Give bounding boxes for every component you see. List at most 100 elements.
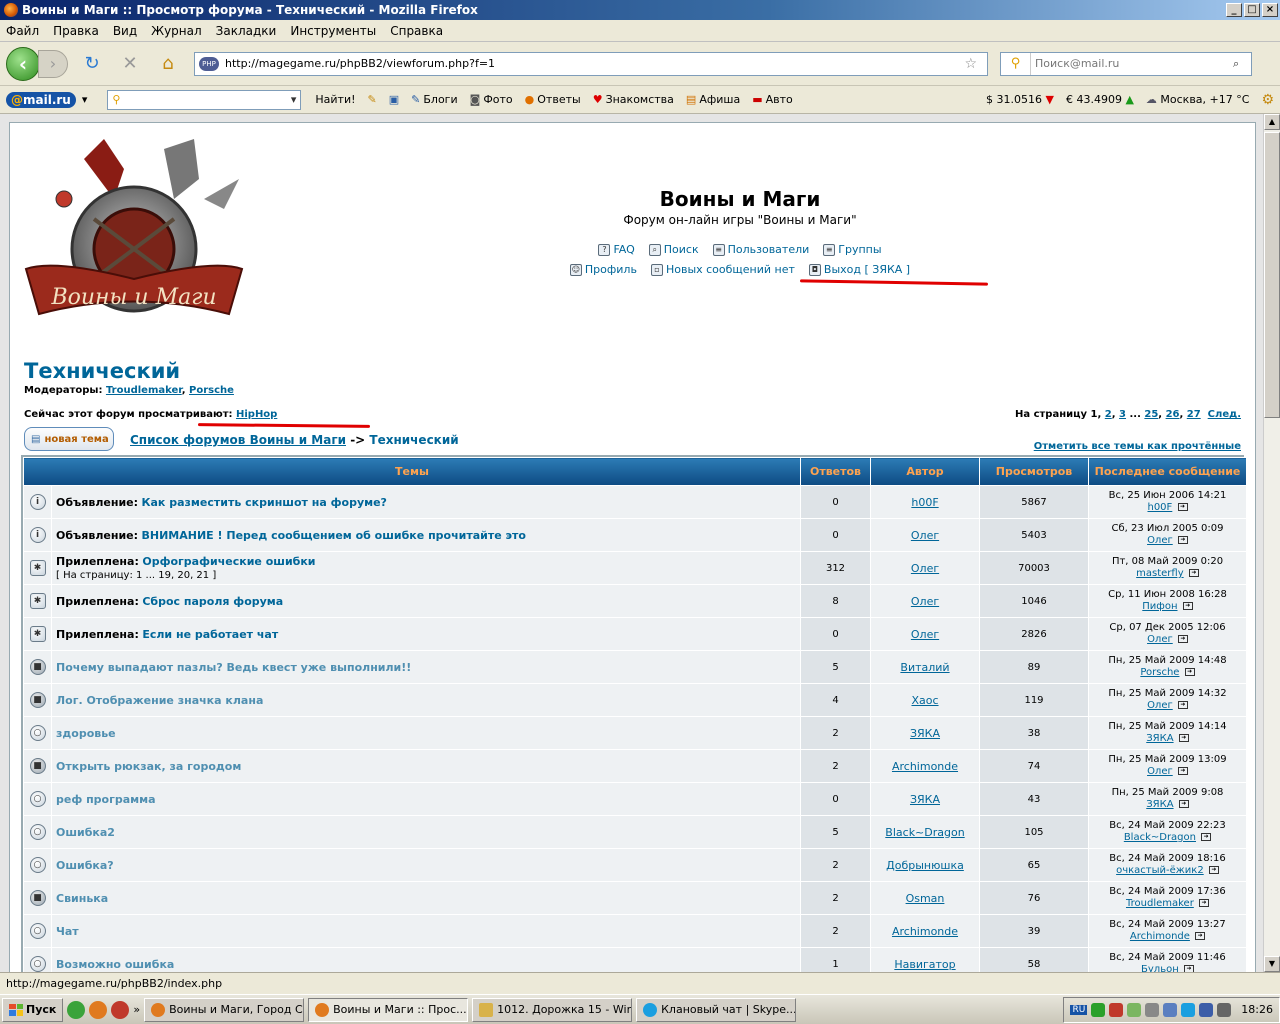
viewer-link[interactable]: HipHop	[236, 409, 277, 420]
taskbar-item[interactable]: Клановый чат | Skype...	[636, 997, 797, 1022]
last-post-user-link[interactable]: Олег	[1147, 535, 1173, 546]
page-link[interactable]: 25	[1144, 409, 1158, 420]
last-post-icon[interactable]: ➜	[1195, 932, 1206, 940]
find-button[interactable]: Найти!	[315, 93, 355, 106]
eur-rate[interactable]: € 43.4909 ▲	[1066, 93, 1134, 106]
opera-quicklaunch-icon[interactable]	[111, 1000, 130, 1019]
stop-button[interactable]: ✕	[116, 50, 144, 78]
settings-icon[interactable]: ⚙	[1261, 92, 1274, 108]
search-engine-icon[interactable]: ⚲	[1001, 52, 1031, 75]
scroll-down-icon[interactable]: ▼	[1264, 956, 1280, 972]
search-box[interactable]: ⚲ Поиск@mail.ru ⌕	[1000, 51, 1252, 76]
tray-icon[interactable]	[1163, 1002, 1178, 1017]
maximize-button[interactable]: □	[1244, 3, 1260, 17]
menu-bookmarks[interactable]: Закладки	[216, 24, 277, 38]
scroll-up-icon[interactable]: ▲	[1264, 114, 1280, 130]
page-link[interactable]: 2	[1105, 409, 1112, 420]
topic-author-link[interactable]: ЗЯКА	[910, 727, 940, 740]
last-post-icon[interactable]: ➜	[1177, 635, 1188, 643]
logout-link[interactable]: ◘ Выход [ ЗЯКА ]	[808, 263, 910, 276]
topic-author-link[interactable]: Олег	[911, 529, 939, 542]
topic-title-link[interactable]: Свинька	[56, 892, 108, 905]
firefox-quicklaunch-icon[interactable]	[89, 1000, 108, 1019]
last-post-user-link[interactable]: очкастый-ёжик2	[1116, 865, 1204, 876]
topic-title-link[interactable]: Ошибка?	[56, 859, 114, 872]
topic-author-link[interactable]: Black~Dragon	[885, 826, 964, 839]
last-post-icon[interactable]: ➜	[1208, 866, 1219, 874]
reload-button[interactable]: ↻	[78, 50, 106, 78]
taskbar-item[interactable]: 1012. Дорожка 15 - Win...	[472, 997, 633, 1022]
last-post-icon[interactable]: ➜	[1177, 701, 1188, 709]
topic-author-link[interactable]: Олег	[911, 628, 939, 641]
last-post-user-link[interactable]: Black~Dragon	[1124, 832, 1196, 843]
chevron-right-icon[interactable]: »	[133, 1003, 140, 1016]
afisha-link[interactable]: ▤ Афиша	[686, 93, 740, 106]
weather[interactable]: ☁ Москва, +17 °C	[1146, 93, 1250, 106]
topic-pages[interactable]: [ На страницу: 1 ... 19, 20, 21 ]	[56, 570, 216, 581]
mark-all-read-link[interactable]: Отметить все темы как прочтённые	[1034, 441, 1241, 452]
last-post-icon[interactable]: ➜	[1178, 734, 1189, 742]
topic-title-link[interactable]: Возможно ошибка	[56, 958, 174, 971]
skype-tray-icon[interactable]	[1181, 1002, 1196, 1017]
last-post-user-link[interactable]: Пифон	[1142, 601, 1177, 612]
new-posts-link[interactable]: ▫ Новых сообщений нет	[650, 263, 795, 276]
last-post-user-link[interactable]: Бульон	[1141, 964, 1179, 972]
topic-title-link[interactable]: Чат	[56, 925, 79, 938]
topic-title-link[interactable]: Лог. Отображение значка клана	[56, 694, 263, 707]
forward-button[interactable]: ›	[38, 49, 68, 78]
topic-author-link[interactable]: h00F	[911, 496, 938, 509]
topic-title-link[interactable]: реф программа	[56, 793, 156, 806]
topic-title-link[interactable]: здоровье	[56, 727, 116, 740]
mailru-menu-chevron-icon[interactable]: ▾	[82, 93, 88, 106]
last-post-icon[interactable]: ➜	[1177, 536, 1188, 544]
topic-author-link[interactable]: Навигатор	[894, 958, 955, 971]
new-topic-button[interactable]: ▤ новая тема	[24, 427, 114, 451]
minimize-button[interactable]: _	[1226, 3, 1242, 17]
blogs-link[interactable]: ✎ Блоги	[411, 93, 457, 106]
last-post-user-link[interactable]: masterfly	[1136, 568, 1183, 579]
menu-view[interactable]: Вид	[113, 24, 137, 38]
topic-title-link[interactable]: Орфографические ошибки	[142, 555, 315, 568]
network-icon[interactable]	[1199, 1002, 1214, 1017]
topic-author-link[interactable]: Osman	[906, 892, 945, 905]
topic-title-link[interactable]: Если не работает чат	[142, 628, 278, 641]
last-post-icon[interactable]: ➜	[1177, 503, 1188, 511]
address-bar[interactable]: PHP http://magegame.ru/phpBB2/viewforum.…	[194, 51, 988, 76]
photo-link[interactable]: ◙ Фото	[470, 93, 513, 106]
menu-tools[interactable]: Инструменты	[290, 24, 376, 38]
search-link[interactable]: ⌕ Поиск	[648, 243, 699, 256]
menu-edit[interactable]: Правка	[53, 24, 99, 38]
close-button[interactable]: ×	[1262, 3, 1278, 17]
antivirus-icon[interactable]	[1109, 1002, 1124, 1017]
moderator-link[interactable]: Porsche	[189, 385, 234, 396]
topic-author-link[interactable]: Олег	[911, 562, 939, 575]
topic-author-link[interactable]: Виталий	[900, 661, 949, 674]
topic-author-link[interactable]: Archimonde	[892, 925, 958, 938]
groups-link[interactable]: ≡ Группы	[823, 243, 882, 256]
last-post-icon[interactable]: ➜	[1183, 965, 1194, 972]
last-post-user-link[interactable]: Олег	[1147, 700, 1173, 711]
dating-link[interactable]: ♥ Знакомства	[593, 93, 674, 106]
breadcrumb-home[interactable]: Список форумов Воины и Маги	[130, 433, 346, 447]
topic-title-link[interactable]: Открыть рюкзак, за городом	[56, 760, 241, 773]
topic-title-link[interactable]: Как разместить скриншот на форуме?	[142, 496, 387, 509]
last-post-icon[interactable]: ➜	[1184, 668, 1195, 676]
topic-title-link[interactable]: Сброс пароля форума	[142, 595, 283, 608]
vertical-scrollbar[interactable]: ▲ ▼	[1263, 114, 1280, 972]
next-page-link[interactable]: След.	[1208, 409, 1241, 420]
topic-author-link[interactable]: ЗЯКА	[910, 793, 940, 806]
topic-title-link[interactable]: Ошибка2	[56, 826, 115, 839]
page-link[interactable]: 3	[1119, 409, 1126, 420]
tray-icon[interactable]	[1091, 1002, 1106, 1017]
mailru-logo[interactable]: @mail.ru	[6, 91, 76, 108]
last-post-icon[interactable]: ➜	[1177, 767, 1188, 775]
topic-author-link[interactable]: Добрынюшка	[886, 859, 964, 872]
last-post-icon[interactable]: ➜	[1182, 602, 1193, 610]
last-post-icon[interactable]: ➜	[1199, 899, 1210, 907]
answers-link[interactable]: ● Ответы	[525, 93, 581, 106]
start-button[interactable]: Пуск	[2, 997, 64, 1022]
volume-icon[interactable]	[1217, 1002, 1232, 1017]
moderator-link[interactable]: Troudlemaker	[106, 385, 182, 396]
page-link[interactable]: 26	[1166, 409, 1180, 420]
mailru-search-combo[interactable]: ⚲ ▾	[107, 89, 302, 110]
